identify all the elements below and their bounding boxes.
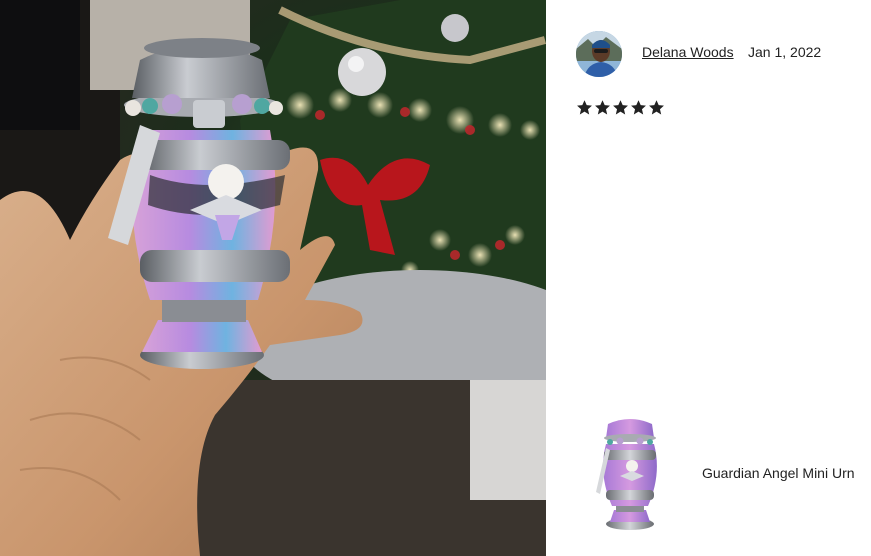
- review-photo-image: [0, 0, 546, 556]
- star-rating: [576, 99, 665, 116]
- review-date: Jan 1, 2022: [748, 44, 822, 60]
- star-icon: [649, 100, 664, 115]
- avatar[interactable]: [576, 31, 622, 77]
- star-icon: [577, 100, 592, 115]
- reviewer-name-link[interactable]: Delana Woods: [642, 44, 734, 60]
- avatar-image: [576, 31, 622, 77]
- urn-product-image: [596, 419, 657, 530]
- review-photo[interactable]: [0, 0, 546, 556]
- product-thumbnail[interactable]: [592, 414, 668, 534]
- star-icon: [613, 100, 628, 115]
- product-name-link[interactable]: Guardian Angel Mini Urn: [702, 465, 855, 481]
- star-icon: [631, 100, 646, 115]
- star-icon: [595, 100, 610, 115]
- review-panel: Delana Woods Jan 1, 2022 Guardian Angel …: [546, 0, 871, 556]
